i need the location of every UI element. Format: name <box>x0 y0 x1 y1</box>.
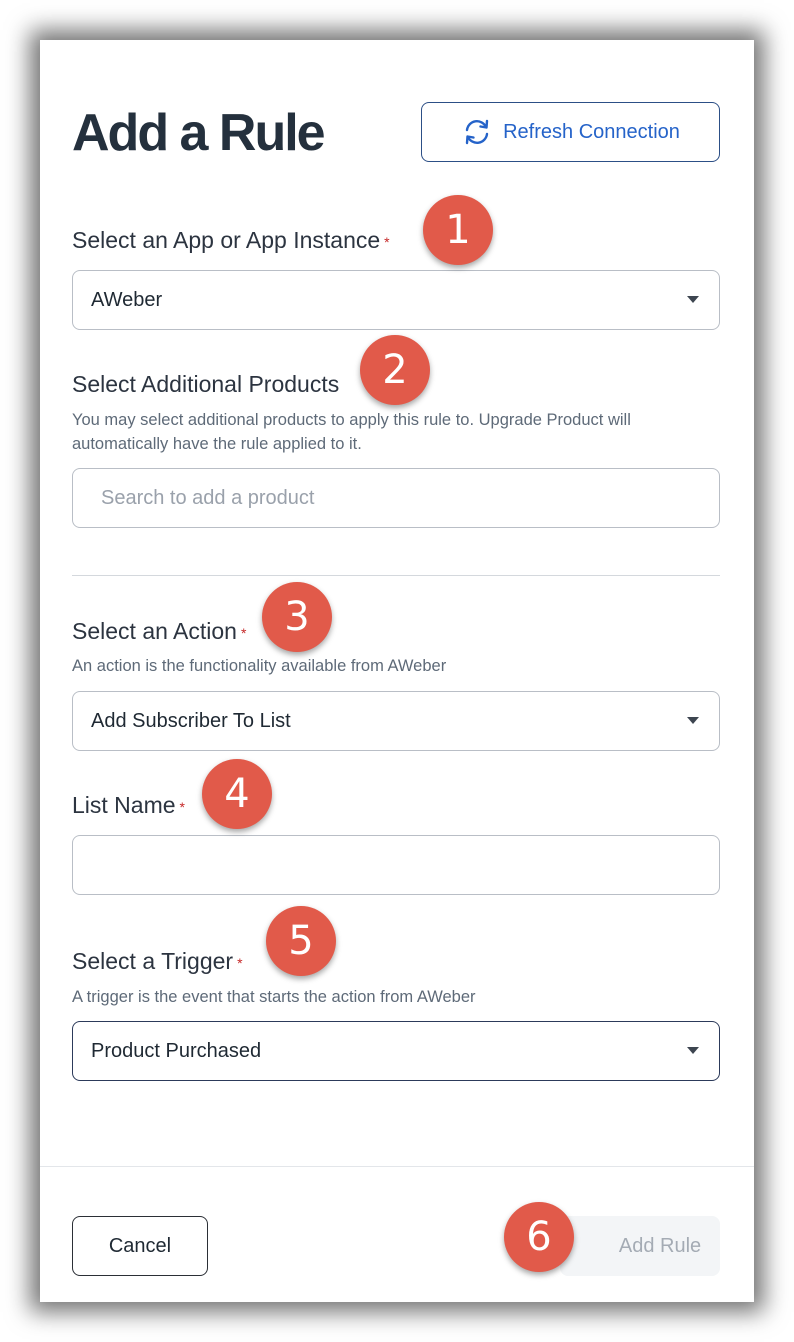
product-search-input[interactable]: Search to add a product <box>72 468 720 528</box>
action-select[interactable]: Add Subscriber To List <box>72 691 720 751</box>
required-marker: * <box>179 799 185 815</box>
app-select-label: Select an App or App Instance * <box>72 227 390 253</box>
action-help-text: An action is the functionality available… <box>72 657 447 675</box>
add-rule-button[interactable]: Add Rule <box>560 1216 720 1276</box>
callout-badge-1: 1 <box>423 195 493 265</box>
refresh-connection-button[interactable]: Refresh Connection <box>421 102 720 162</box>
list-name-input[interactable] <box>72 835 720 895</box>
callout-badge-4: 4 <box>202 759 272 829</box>
list-name-label: List Name * <box>72 792 185 818</box>
chevron-down-icon <box>687 296 699 303</box>
required-marker: * <box>384 234 390 250</box>
callout-badge-2: 2 <box>360 335 430 405</box>
trigger-help-text: A trigger is the event that starts the a… <box>72 988 476 1006</box>
required-marker: * <box>240 625 247 641</box>
footer-divider <box>40 1166 754 1167</box>
callout-badge-5: 5 <box>266 906 336 976</box>
section-divider <box>72 575 720 576</box>
product-search-placeholder: Search to add a product <box>101 486 315 509</box>
page-title: Add a Rule <box>72 104 326 162</box>
callout-badge-6: 6 <box>504 1202 574 1272</box>
refresh-connection-label: Refresh Connection <box>503 120 680 143</box>
refresh-icon <box>465 119 489 145</box>
products-label: Select Additional Products <box>72 371 340 397</box>
app-select-value: AWeber <box>91 288 163 311</box>
chevron-down-icon <box>687 717 699 724</box>
products-help-text: You may select additional products to ap… <box>72 411 631 453</box>
add-rule-dialog: Add a Rule Refresh Connection Select an … <box>40 40 754 1302</box>
chevron-down-icon <box>687 1047 699 1054</box>
action-select-label: Select an Action * <box>72 618 247 644</box>
callout-badge-3: 3 <box>262 582 332 652</box>
action-select-value: Add Subscriber To List <box>91 709 291 732</box>
add-rule-label: Add Rule <box>618 1234 702 1257</box>
trigger-select-label: Select a Trigger * <box>72 948 243 974</box>
trigger-select[interactable]: Product Purchased <box>72 1021 720 1081</box>
app-select[interactable]: AWeber <box>72 270 720 330</box>
required-marker: * <box>237 955 243 971</box>
trigger-select-value: Product Purchased <box>91 1039 262 1062</box>
cancel-button[interactable]: Cancel <box>72 1216 208 1276</box>
